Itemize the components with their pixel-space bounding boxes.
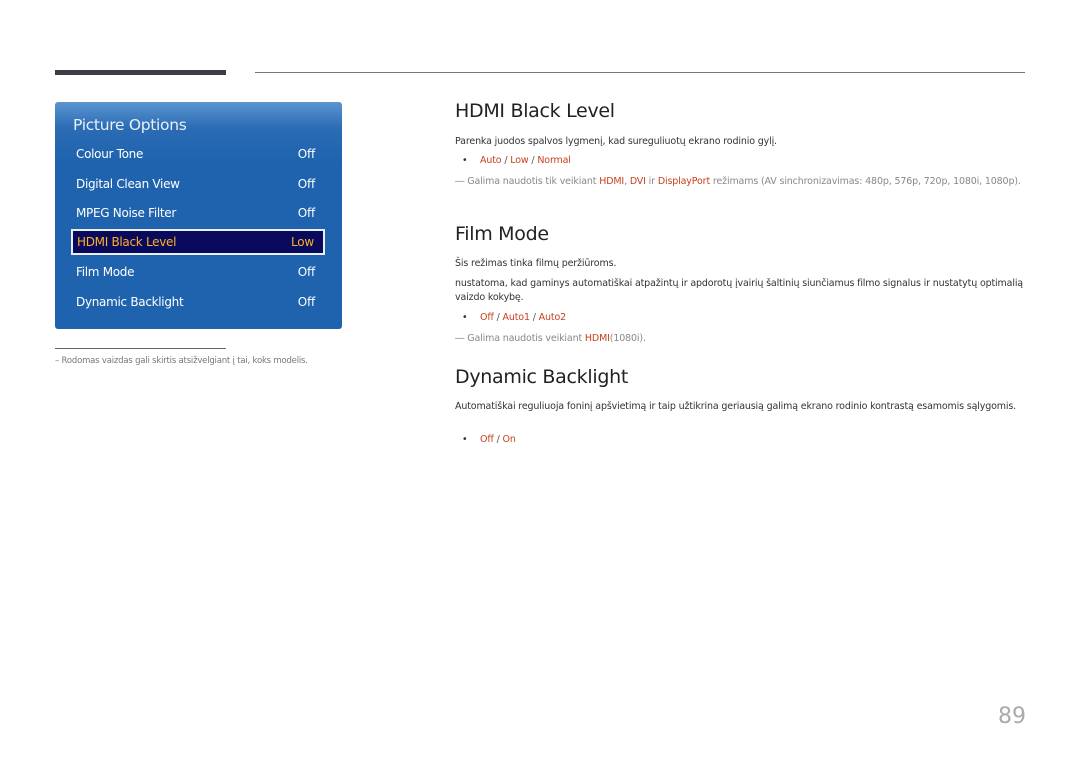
- backlight-description: Automatiškai reguliuoja foninį apšvietim…: [455, 401, 1017, 412]
- separator: /: [529, 312, 539, 323]
- menu-item-label: Digital Clean View: [76, 177, 180, 191]
- note-dash-icon: ―: [455, 176, 465, 187]
- menu-item-value: Low: [290, 235, 314, 249]
- menu-item-label: HDMI Black Level: [77, 235, 177, 249]
- menu-item-label: Colour Tone: [76, 147, 144, 161]
- separator: /: [493, 434, 503, 445]
- menu-item-value: Off: [297, 206, 316, 220]
- note-highlight: HDMI: [599, 176, 625, 187]
- menu-item-dynamic-backlight[interactable]: Dynamic Backlight Off: [71, 290, 325, 316]
- footnote-divider: [55, 348, 226, 349]
- page-number: 89: [998, 704, 1026, 729]
- hdmi-options: • Auto / Low / Normal: [462, 155, 571, 166]
- bullet-icon: •: [462, 434, 468, 445]
- option-auto1: Auto1: [502, 312, 531, 323]
- section-title-hdmi-black-level: HDMI Black Level: [455, 100, 615, 122]
- separator: /: [493, 312, 503, 323]
- film-options: • Off / Auto1 / Auto2: [462, 312, 566, 323]
- menu-item-value: Off: [297, 265, 316, 279]
- bullet-icon: •: [462, 155, 468, 166]
- film-description-1: Šis režimas tinka filmų peržiūroms.: [455, 258, 617, 269]
- menu-item-film-mode[interactable]: Film Mode Off: [71, 260, 325, 286]
- option-low: Low: [510, 155, 529, 166]
- bullet-icon: •: [462, 312, 468, 323]
- menu-item-label: MPEG Noise Filter: [76, 206, 177, 220]
- header-rule-thick: [55, 70, 226, 75]
- menu-item-mpeg-noise-filter[interactable]: MPEG Noise Filter Off: [71, 201, 325, 227]
- note-text: režimams (AV sinchronizavimas: 480p, 576…: [710, 176, 1021, 187]
- film-description-2: nustatoma, kad gaminys automatiškai atpa…: [455, 278, 1023, 303]
- backlight-options: • Off / On: [462, 434, 516, 445]
- menu-item-colour-tone[interactable]: Colour Tone Off: [71, 142, 325, 168]
- option-on: On: [502, 434, 516, 445]
- note-text: Galima naudotis tik veikiant: [464, 176, 600, 187]
- option-off: Off: [480, 434, 494, 445]
- option-auto2: Auto2: [538, 312, 567, 323]
- section-title-dynamic-backlight: Dynamic Backlight: [455, 366, 628, 388]
- header-rule-thin: [255, 72, 1025, 73]
- note-text: ir: [645, 176, 658, 187]
- option-auto: Auto: [480, 155, 502, 166]
- hdmi-description: Parenka juodos spalvos lygmenį, kad sure…: [455, 136, 777, 147]
- option-normal: Normal: [537, 155, 571, 166]
- film-note: ― Galima naudotis veikiant HDMI(1080i).: [455, 332, 1025, 346]
- note-dash-icon: ―: [455, 333, 465, 344]
- note-highlight: DisplayPort: [657, 176, 711, 187]
- separator: /: [501, 155, 511, 166]
- hdmi-note: ― Galima naudotis tik veikiant HDMI, DVI…: [455, 175, 1025, 189]
- note-text: (1080i).: [609, 333, 646, 344]
- menu-item-value: Off: [297, 147, 316, 161]
- menu-item-label: Dynamic Backlight: [76, 295, 184, 309]
- menu-item-hdmi-black-level[interactable]: HDMI Black Level Low: [71, 229, 325, 255]
- menu-title: Picture Options: [73, 116, 187, 134]
- note-text: Galima naudotis veikiant: [464, 333, 585, 344]
- note-highlight: HDMI: [584, 333, 610, 344]
- picture-options-menu: Picture Options Colour Tone Off Digital …: [55, 102, 342, 329]
- menu-item-label: Film Mode: [76, 265, 135, 279]
- note-highlight: DVI: [629, 176, 646, 187]
- menu-item-digital-clean-view[interactable]: Digital Clean View Off: [71, 172, 325, 198]
- menu-item-value: Off: [297, 295, 316, 309]
- section-title-film-mode: Film Mode: [455, 223, 549, 245]
- footnote: – Rodomas vaizdas gali skirtis atsižvelg…: [55, 356, 308, 366]
- separator: /: [528, 155, 538, 166]
- menu-item-value: Off: [297, 177, 316, 191]
- option-off: Off: [480, 312, 494, 323]
